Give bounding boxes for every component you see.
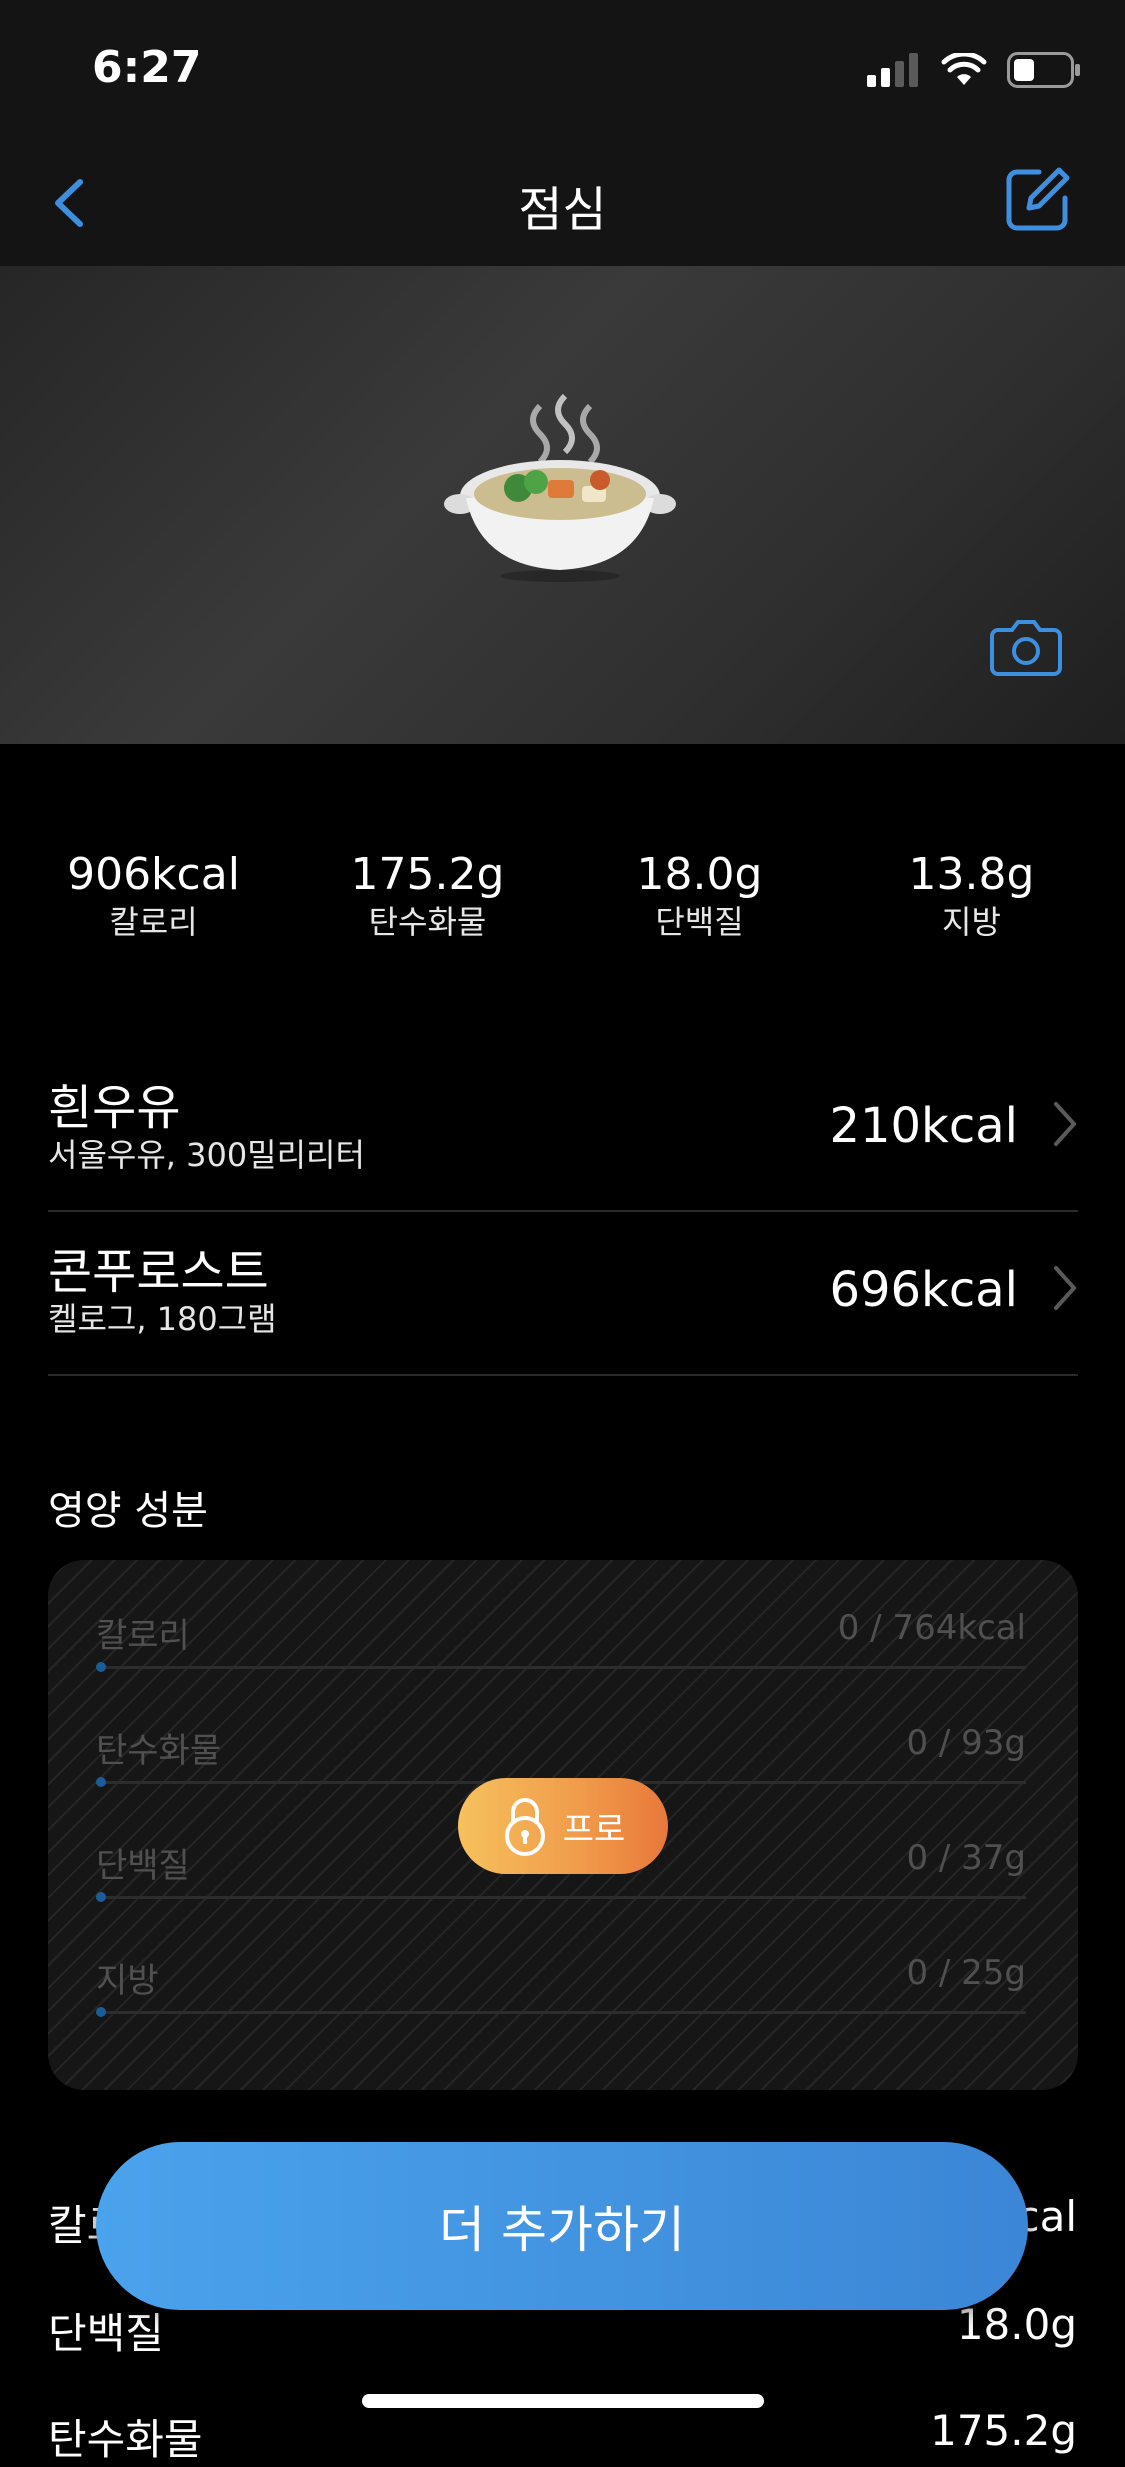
hotpot-icon: [444, 393, 676, 582]
summary-calories: 906kcal 칼로리: [16, 848, 291, 942]
pro-label: 프로: [562, 1809, 626, 1850]
camera-button[interactable]: [990, 616, 1062, 678]
status-time: 6:27: [92, 42, 202, 93]
total-label: 단백질: [48, 2309, 164, 2358]
food-item[interactable]: 콘푸로스트 켈로그, 180그램 696kcal: [48, 1212, 1078, 1376]
nutrient-label: 탄수화물: [96, 1731, 222, 1771]
nutrient-value: 0 / 37g: [906, 1838, 1026, 1878]
summary-value: 906kcal: [67, 849, 240, 900]
nutrient-row: 칼로리 0 / 764kcal: [96, 1608, 1026, 1723]
chevron-right-icon: [1054, 1266, 1076, 1310]
back-button[interactable]: [44, 170, 104, 236]
summary-label: 지방: [942, 903, 1001, 941]
nav-bar: 점심: [0, 140, 1125, 268]
section-heading: 영양 성분: [48, 1488, 208, 1534]
nutrient-value: 0 / 25g: [906, 1953, 1026, 1993]
pro-unlock-button[interactable]: 프로: [458, 1778, 668, 1874]
chevron-right-icon: [1054, 1102, 1076, 1146]
food-detail: 켈로그, 180그램: [48, 1300, 277, 1338]
nutrition-card: 칼로리 0 / 764kcal 탄수화물 0 / 93g 단백질 0 / 37g…: [48, 1560, 1078, 2090]
nutrient-label: 단백질: [96, 1846, 190, 1886]
total-value: 18.0g: [956, 2300, 1077, 2349]
total-label: 탄수화물: [48, 2415, 203, 2464]
home-indicator: [362, 2394, 764, 2408]
food-item[interactable]: 흰우유 서울우유, 300밀리리터 210kcal: [48, 1048, 1078, 1212]
camera-icon: [990, 620, 1062, 676]
food-kcal: 696kcal: [829, 1262, 1018, 1318]
progress-track: [96, 1666, 1026, 1669]
signal-icon: [867, 53, 918, 87]
wifi-icon: [941, 53, 987, 85]
summary-fat: 13.8g 지방: [834, 848, 1109, 942]
page-title: 점심: [518, 182, 607, 238]
edit-icon: [1006, 167, 1070, 231]
add-more-button[interactable]: 더 추가하기: [96, 2142, 1028, 2310]
summary-label: 단백질: [655, 903, 744, 941]
nutrient-label: 지방: [96, 1961, 159, 2001]
summary-value: 13.8g: [908, 849, 1035, 900]
food-kcal: 210kcal: [829, 1098, 1018, 1154]
progress-indicator: [96, 2007, 106, 2017]
nutrient-row: 지방 0 / 25g: [96, 1953, 1026, 2068]
progress-indicator: [96, 1662, 106, 1672]
nutrient-value: 0 / 93g: [906, 1723, 1026, 1763]
food-name: 콘푸로스트: [48, 1244, 269, 1300]
summary-label: 탄수화물: [368, 903, 487, 941]
progress-track: [96, 1896, 1026, 1899]
back-chevron-icon: [55, 179, 83, 227]
summary-label: 칼로리: [109, 903, 198, 941]
total-value: 175.2g: [930, 2406, 1077, 2455]
summary-carbs: 175.2g 탄수화물: [290, 848, 565, 942]
progress-track: [96, 2011, 1026, 2014]
lock-icon: [504, 1798, 545, 1856]
battery-icon: [1007, 52, 1080, 88]
progress-indicator: [96, 1777, 106, 1787]
status-bar: 6:27: [0, 0, 1125, 140]
summary-value: 18.0g: [636, 849, 763, 900]
nutrient-value: 0 / 764kcal: [837, 1608, 1026, 1648]
edit-button[interactable]: [1005, 166, 1071, 232]
nutrient-label: 칼로리: [96, 1616, 190, 1656]
meal-photo: [0, 266, 1125, 744]
status-icons: [867, 50, 1081, 90]
summary-protein: 18.0g 단백질: [562, 848, 837, 942]
food-detail: 서울우유, 300밀리리터: [48, 1136, 365, 1174]
summary-value: 175.2g: [350, 849, 505, 900]
food-name: 흰우유: [48, 1080, 181, 1136]
progress-indicator: [96, 1892, 106, 1902]
